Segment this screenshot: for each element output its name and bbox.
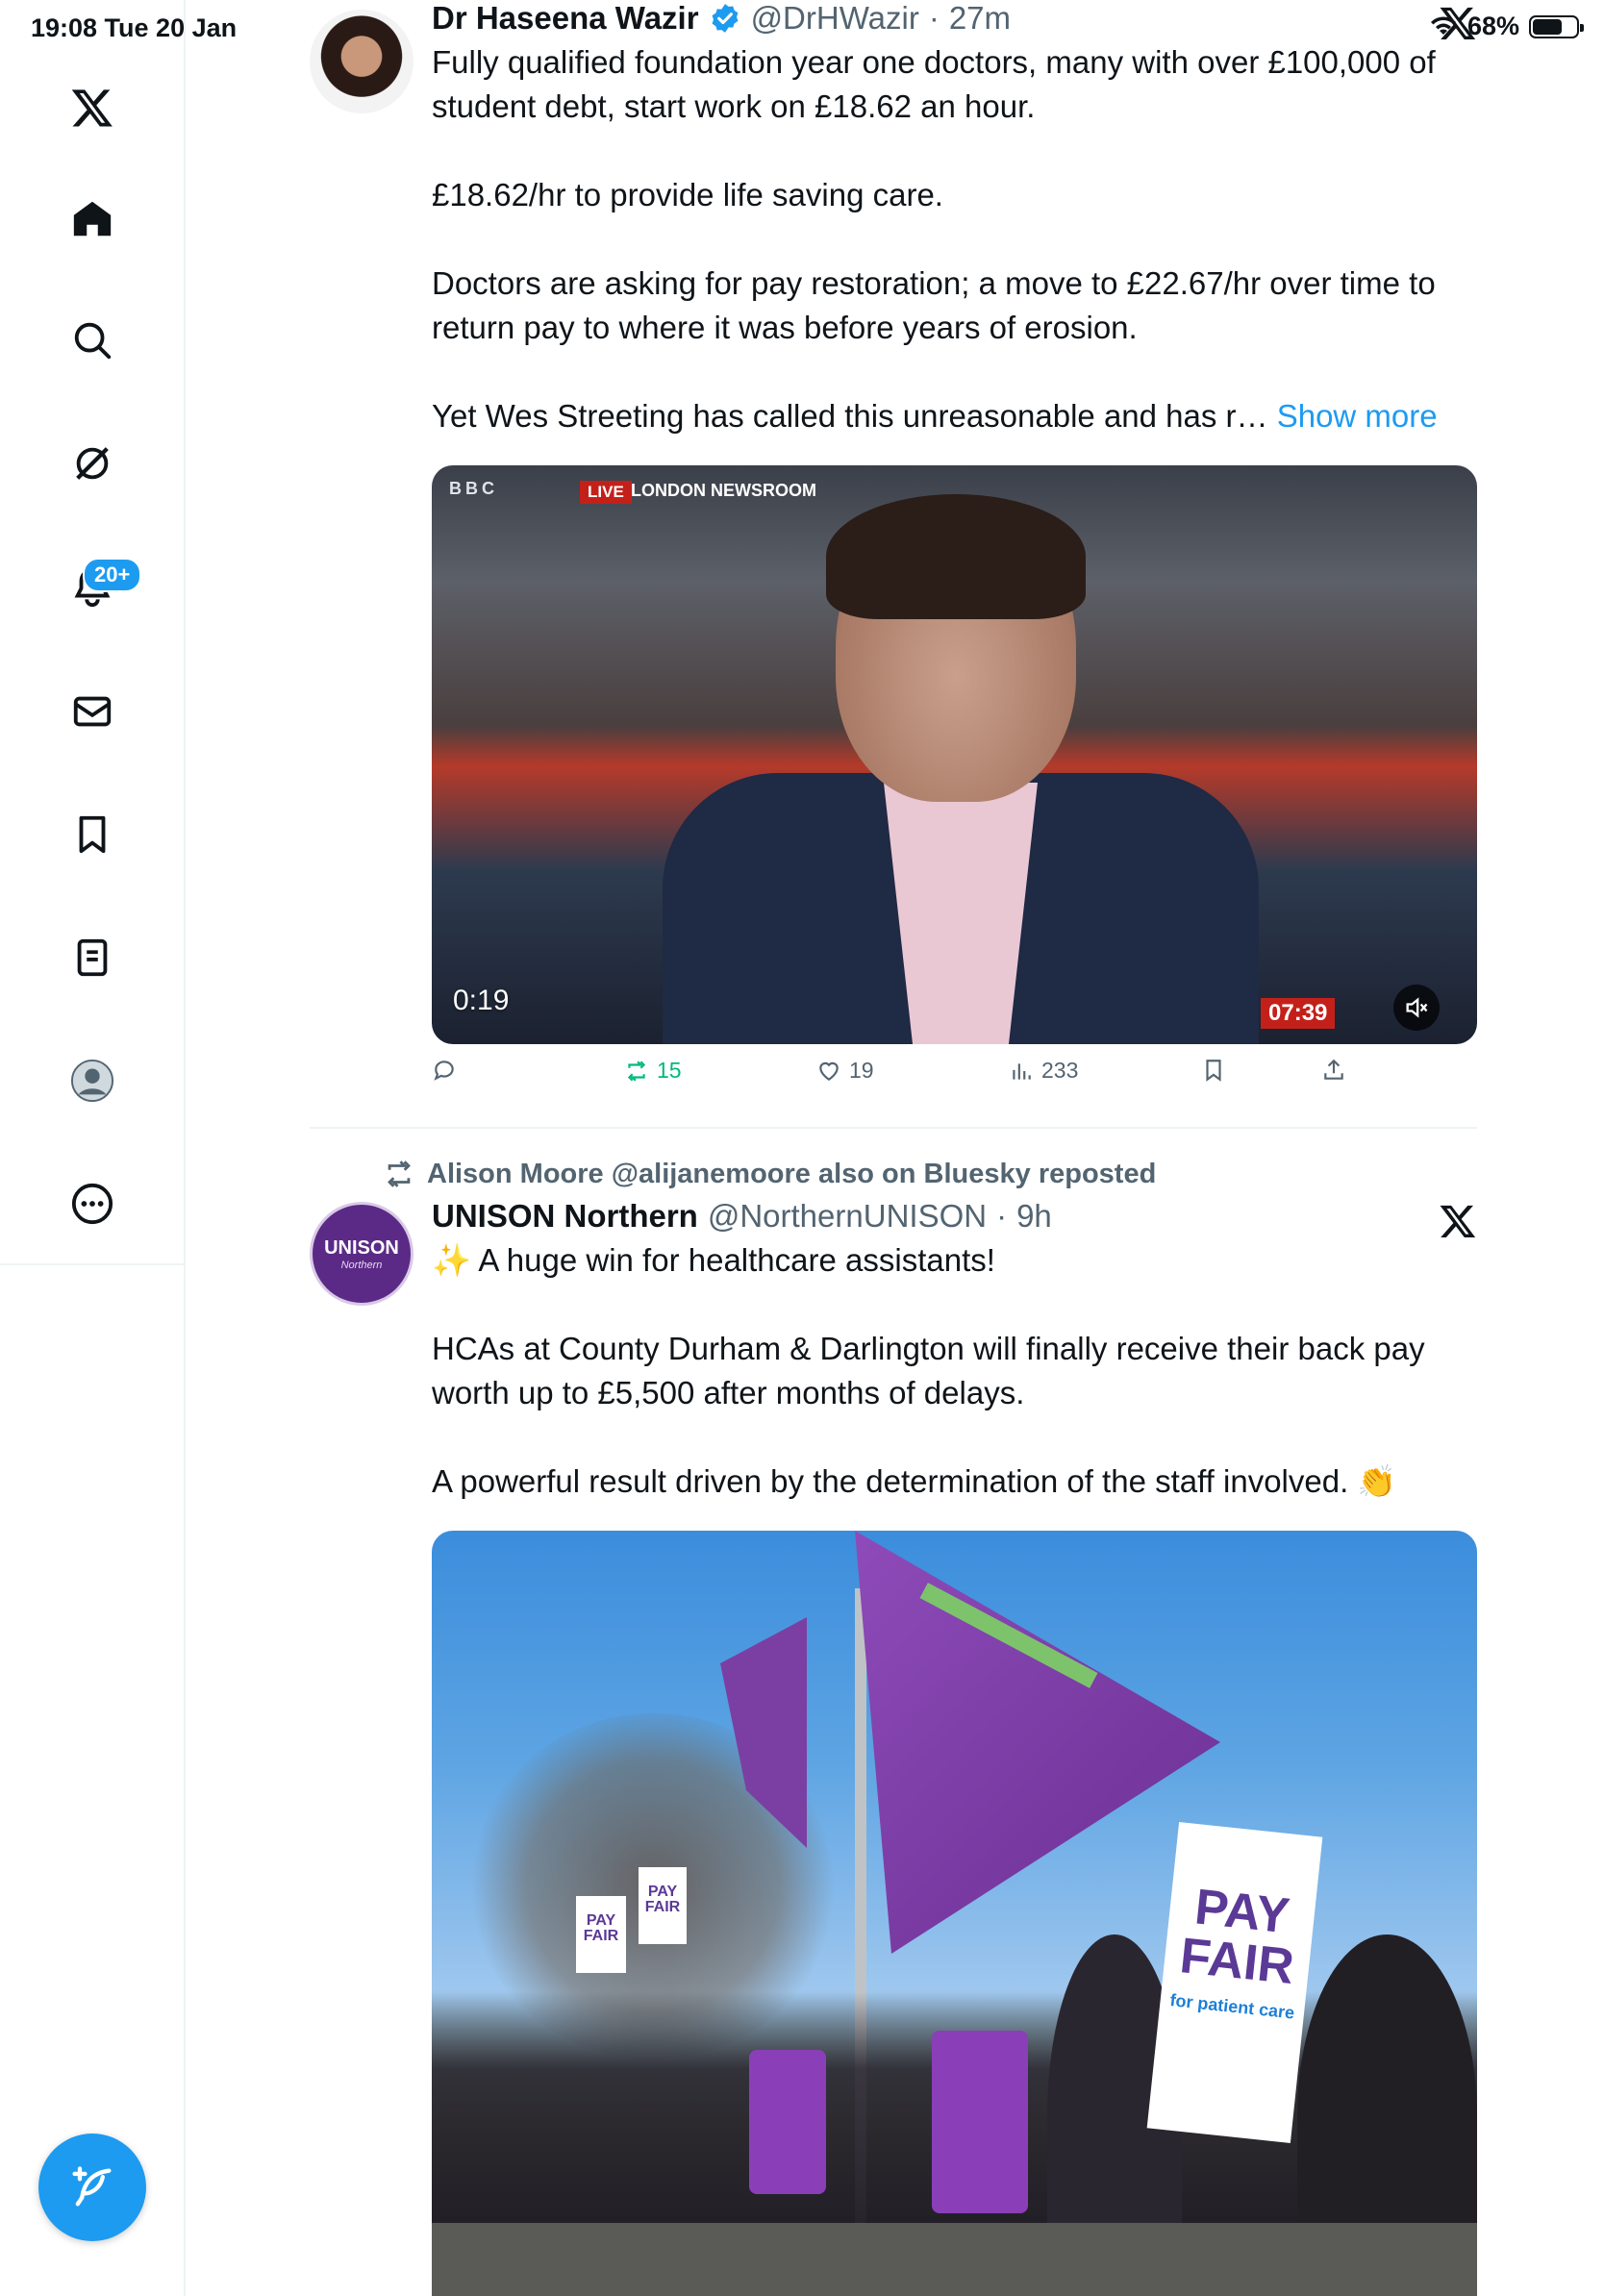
bookmark-icon [79,815,106,854]
battery-icon [1529,14,1584,38]
share-icon [1324,1059,1343,1080]
tweet-header: Dr Haseena Wazir @DrHWazir · 27m [432,0,1477,37]
tweet-paragraph: £18.62/hr to provide life saving care. [432,177,943,212]
x-logo-icon [1440,1205,1476,1237]
sidebar-item-lists[interactable] [62,927,123,988]
views-button[interactable]: 233 [1009,1058,1078,1084]
speaker-muted-icon [1406,997,1428,1018]
reply-button[interactable] [432,1058,464,1083]
bookmark-icon [1206,1060,1221,1082]
author-handle[interactable]: @DrHWazir [751,0,919,37]
video-bbc-logo: BBC [449,479,498,498]
like-count: 19 [849,1058,874,1083]
sidebar-item-explore[interactable] [62,310,123,371]
tweet-paragraph-truncated: Yet Wes Streeting has called this unreas… [432,394,1477,438]
repost-attribution[interactable]: Alison Moore @alijanemoore also on Blues… [383,1158,1156,1190]
video-newsroom-label: LONDON NEWSROOM [631,481,816,500]
x-logo[interactable] [62,77,123,138]
author-avatar[interactable] [310,10,414,113]
tweet-paragraph: Doctors are asking for pay restoration; … [432,265,1436,345]
photo-sign-small: PAY FAIR [639,1867,687,1944]
tweet-paragraph: Fully qualified foundation year one doct… [432,44,1436,124]
like-button[interactable]: 19 [816,1058,874,1084]
sign-text: PAY FAIR [1177,1879,1297,1996]
photo-flag-large [855,1531,1220,1954]
photo-vest [932,2031,1028,2213]
avatar-logo-text: UNISON [324,1236,399,1259]
search-icon [74,322,112,360]
tweet-actions: 15 19 233 [432,1058,1355,1100]
truncated-text: Yet Wes Streeting has called this unreas… [432,398,1268,434]
heart-icon [819,1061,839,1081]
share-button[interactable] [1321,1058,1346,1083]
sidebar-item-bookmarks[interactable] [62,804,123,865]
repost-count: 15 [657,1058,682,1083]
separator-dot: · [928,0,940,36]
more-icon [71,1183,113,1225]
sidebar-item-profile[interactable] [62,1050,123,1111]
tweet-paragraph: A powerful result driven by the determin… [432,1463,1397,1499]
tweet-header: UNISON Northern @NorthernUNISON · 9h [432,1198,1477,1235]
tweet-divider [310,1127,1477,1129]
tweet-1[interactable]: Dr Haseena Wazir @DrHWazir · 27m Fully q… [310,0,1477,1127]
separator-dot: · [996,1198,1008,1234]
sidebar-item-home[interactable] [62,188,123,250]
mute-button[interactable] [1393,985,1440,1031]
analytics-icon [1013,1062,1031,1080]
avatar-icon [70,1059,114,1103]
sign-subtext: for patient care [1168,1990,1296,2023]
video-elapsed-time: 0:19 [453,985,510,1016]
x-logo-icon [71,89,113,127]
author-avatar[interactable]: UNISON Northern [310,1202,414,1306]
video-live-badge: LIVE [580,481,632,504]
view-count: 233 [1041,1058,1079,1083]
sidebar-item-messages[interactable] [62,681,123,742]
photo-sign-small: PAY FAIR [576,1896,626,1973]
bookmark-button[interactable] [1201,1058,1226,1083]
photo-ground [432,2223,1477,2296]
tweet-time[interactable]: 9h [1016,1198,1052,1235]
repost-icon [627,1060,646,1082]
photo-vest [749,2050,826,2194]
video-presenter-hair [826,494,1086,619]
compose-button[interactable] [38,2134,146,2241]
sidebar-item-more[interactable] [62,1173,123,1235]
video-broadcast-clock: 07:39 [1261,998,1336,1029]
mail-icon [73,696,112,727]
tweet-photo[interactable]: PAY FAIR for patient care PAY FAIR PAY F… [432,1531,1477,2296]
home-icon [73,201,112,237]
tweet-content: UNISON Northern @NorthernUNISON · 9h ✨ A… [432,1198,1477,1504]
battery-fill [1533,18,1562,35]
author-name[interactable]: UNISON Northern [432,1198,698,1235]
reply-icon [434,1061,454,1081]
notification-badge: 20+ [83,558,142,592]
tweet-text: Fully qualified foundation year one doct… [432,40,1477,438]
tweet-paragraph: ✨ A huge win for healthcare assistants! [432,1242,995,1278]
tweet-text: ✨ A huge win for healthcare assistants! … [432,1238,1477,1504]
show-more-link[interactable]: Show more [1277,398,1438,434]
repost-icon [388,1160,411,1187]
author-name[interactable]: Dr Haseena Wazir [432,0,699,37]
tweet-content: Dr Haseena Wazir @DrHWazir · 27m Fully q… [432,0,1477,438]
sidebar-divider [0,1263,186,1265]
sidebar: 20+ [0,0,186,2296]
list-icon [77,938,108,977]
compose-icon [72,2166,112,2207]
tweet-video[interactable]: BBC LIVE LONDON NEWSROOM 0:19 07:39 [432,465,1477,1044]
verified-badge-icon [712,4,739,33]
grok-icon [76,447,109,480]
sidebar-item-grok[interactable] [62,433,123,494]
author-handle[interactable]: @NorthernUNISON [708,1198,987,1235]
avatar-logo-subtext: Northern [340,1259,383,1271]
x-logo-icon [1440,7,1476,40]
repost-button[interactable]: 15 [624,1058,682,1084]
repost-attribution-text: Alison Moore @alijanemoore also on Blues… [427,1158,1157,1189]
tweet-paragraph: HCAs at County Durham & Darlington will … [432,1331,1425,1410]
tweet-time[interactable]: 27m [949,0,1011,37]
